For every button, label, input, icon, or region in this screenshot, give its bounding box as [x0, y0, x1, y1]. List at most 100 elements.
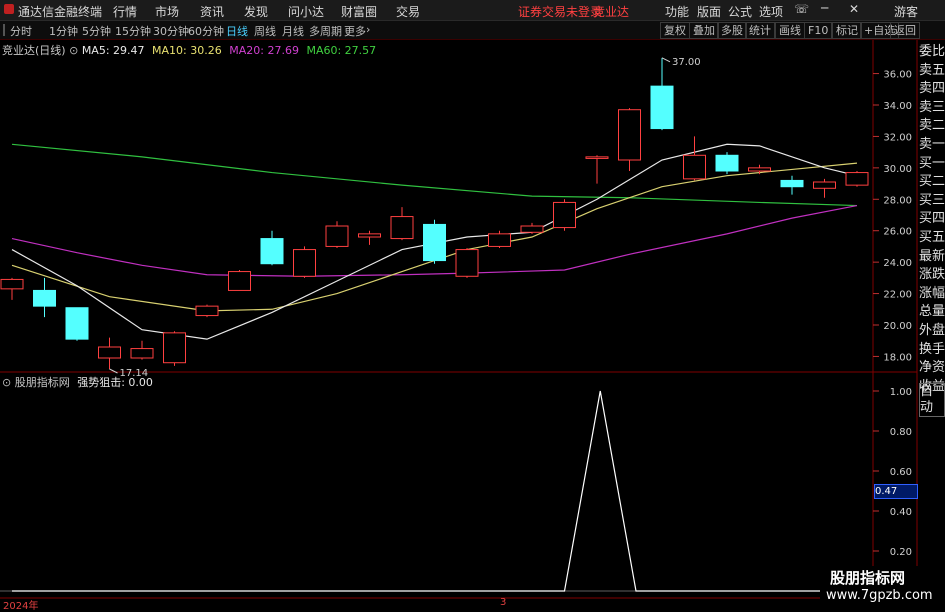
menu-jiaoyi[interactable]: 交易	[396, 3, 420, 20]
period-weekly[interactable]: 周线	[254, 23, 276, 39]
year-label: 2024年	[3, 601, 39, 612]
kline-chart[interactable]: 36.00 34.00 32.00 30.00 28.00 26.00 24.00 22.00…	[0, 40, 945, 609]
price-tick-label: 20.00	[883, 321, 912, 332]
sidebar-item[interactable]: 最新	[919, 249, 945, 265]
sidebar-item[interactable]: 买一	[919, 156, 945, 172]
sidebar-item[interactable]: 涨幅	[919, 286, 945, 302]
period-1min[interactable]: 1分钟	[49, 23, 78, 39]
sidebar-item[interactable]: 外盘	[919, 323, 945, 339]
candle	[33, 277, 56, 318]
candle	[260, 230, 284, 266]
indicator-header: ⊙ 股朋指标网 强势狙击: 0.00	[2, 374, 153, 390]
sidebar-item[interactable]: 卖五	[919, 63, 945, 79]
diejia-button[interactable]: 叠加	[689, 22, 719, 39]
price-tick-label: 22.00	[883, 290, 912, 301]
duogu-button[interactable]: 多股	[717, 22, 747, 39]
price-tick-label: 18.00	[883, 352, 912, 363]
menu-banmian[interactable]: 版面	[697, 3, 721, 20]
candle	[780, 175, 804, 195]
indicator-settings-icon[interactable]: ⊙	[2, 376, 15, 389]
current-stock: 竞业达	[593, 5, 630, 19]
sidebar-item[interactable]: 买二	[919, 174, 945, 190]
menu-caifuquan[interactable]: 财富圈	[341, 3, 377, 20]
huaxian-button[interactable]: 画线	[775, 22, 805, 39]
candle	[618, 108, 641, 171]
candle	[488, 230, 511, 248]
main-chart-header: 竞业达(日线) ⊙ MA5: 29.47 MA10: 30.26 MA20: 2…	[2, 42, 376, 58]
candle-body	[488, 233, 511, 247]
f10-button[interactable]: F10	[804, 22, 833, 39]
sidebar-item[interactable]: 买三	[919, 193, 945, 209]
candle	[163, 331, 186, 366]
indicator-tick-label: 0.20	[890, 547, 912, 558]
menu-gongshi[interactable]: 公式	[728, 3, 752, 20]
sidebar-item[interactable]: 卖二	[919, 118, 945, 134]
candle-body	[390, 216, 414, 240]
fuquan-button[interactable]: 复权	[660, 22, 690, 39]
login-notice[interactable]: 证券交易未登录	[518, 3, 602, 20]
menu-gongneng[interactable]: 功能	[665, 3, 689, 20]
tongji-button[interactable]: 统计	[745, 22, 775, 39]
minimize-icon[interactable]: ─	[821, 1, 828, 15]
ma-settings-icon[interactable]: ⊙	[69, 44, 82, 57]
sidebar-item[interactable]: 总量	[919, 304, 945, 320]
chart-area[interactable]: 36.00 34.00 32.00 30.00 28.00 26.00 24.00 22.00…	[0, 40, 945, 612]
ma20-label: MA20: 27.69	[229, 44, 299, 57]
ma10-label: MA10: 30.26	[152, 44, 222, 57]
candle-body	[845, 172, 869, 186]
toolbar-grip-icon	[3, 24, 5, 36]
sidebar-item[interactable]: 自动	[919, 383, 945, 417]
period-15min[interactable]: 15分钟	[115, 23, 151, 39]
back-button[interactable]: 返回	[890, 22, 920, 39]
period-multi[interactable]: 多周期	[309, 23, 342, 39]
guest-label[interactable]: 游客	[894, 3, 918, 20]
period-monthly[interactable]: 月线	[282, 23, 304, 39]
candle-body	[650, 85, 674, 130]
candle-body	[585, 156, 609, 159]
menu-xuanxiang[interactable]: 选项	[759, 3, 783, 20]
period-5min[interactable]: 5分钟	[82, 23, 111, 39]
candle	[845, 171, 869, 187]
candle	[585, 155, 609, 184]
candle-body	[618, 109, 641, 161]
price-tick-label: 32.00	[883, 132, 912, 143]
sidebar-item[interactable]: 卖一	[919, 137, 945, 153]
stock-period-title: 竞业达(日线)	[2, 44, 66, 57]
phone-icon[interactable]: ☏	[794, 2, 809, 16]
month-label: 3	[500, 597, 507, 608]
menu-shichang[interactable]: 市场	[155, 3, 179, 20]
price-tick-label: 28.00	[883, 195, 912, 206]
candle-body	[813, 181, 836, 189]
candle-body	[455, 249, 479, 277]
high-marker-arrow	[661, 57, 671, 63]
candle-body	[33, 289, 56, 307]
candle	[358, 230, 381, 245]
watermark: 股朋指标网 www.7gpzb.com	[820, 566, 945, 609]
menu-zixun[interactable]: 资讯	[200, 3, 224, 20]
sidebar-item[interactable]: 换手	[919, 342, 945, 358]
sidebar-item[interactable]: 卖四	[919, 81, 945, 97]
more-chevron-icon[interactable]: ›	[366, 23, 370, 36]
close-icon[interactable]: ✕	[849, 2, 859, 16]
indicator-current-value: 0.47	[874, 484, 918, 499]
candle-body	[293, 249, 316, 277]
candle-body	[358, 233, 381, 238]
sidebar-item[interactable]: 卖三	[919, 100, 945, 116]
sidebar-item[interactable]: 买五	[919, 230, 945, 246]
menu-faxian[interactable]: 发现	[244, 3, 268, 20]
indicator-tick-label: 1.00	[890, 387, 912, 398]
period-30min[interactable]: 30分钟	[153, 23, 189, 39]
sidebar-item[interactable]: 净资	[919, 360, 945, 376]
sidebar-item[interactable]: 买四	[919, 211, 945, 227]
period-60min[interactable]: 60分钟	[188, 23, 224, 39]
biaoji-button[interactable]: 标记	[832, 22, 862, 39]
period-more[interactable]: 更多	[344, 23, 366, 39]
period-fenshi[interactable]: 分时	[10, 23, 32, 39]
price-tick-label: 30.00	[883, 164, 912, 175]
menu-hangqing[interactable]: 行情	[113, 3, 137, 20]
period-daily[interactable]: 日线	[226, 23, 248, 39]
menu-wenxiaoda[interactable]: 问小达	[288, 3, 324, 20]
sidebar-item[interactable]: 涨跌	[919, 267, 945, 283]
candle	[390, 207, 414, 241]
sidebar-item[interactable]: 委比	[919, 44, 945, 60]
